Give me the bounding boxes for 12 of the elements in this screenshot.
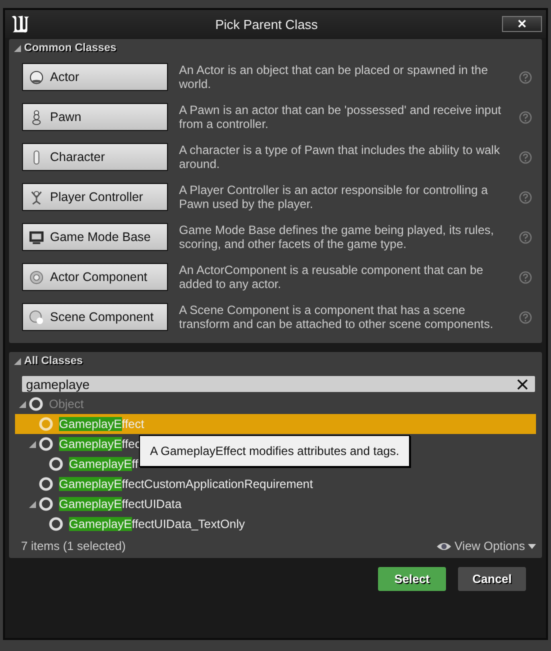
class-description: Game Mode Base defines the game being played, its rules, scoring, and other facets of the game type. [179,223,495,251]
item-count: 7 items (1 selected) [21,539,126,553]
class-description: A Pawn is an actor that can be 'possessed' and receive input from a controller. [179,103,502,131]
section-header: All Classes [24,355,83,367]
tooltip: A GameplayEffect modifies attributes and tags. [139,435,410,467]
section-header: Common Classes [24,42,116,54]
class-description: A Scene Component is a component that has a scene transform and can be attached to other scene components. [179,303,494,331]
class-description: A Player Controller is an actor responsible for controlling a Pawn used by the player. [179,183,489,211]
class-description: An ActorComponent is a reusable component that can be added to any actor. [179,263,484,291]
class-description: A character is a type of Pawn that includes the ability to walk around. [179,143,501,171]
window-title: Pick Parent Class [214,16,319,32]
class-description: An Actor is an object that can be placed or spawned in the world. [179,63,489,91]
